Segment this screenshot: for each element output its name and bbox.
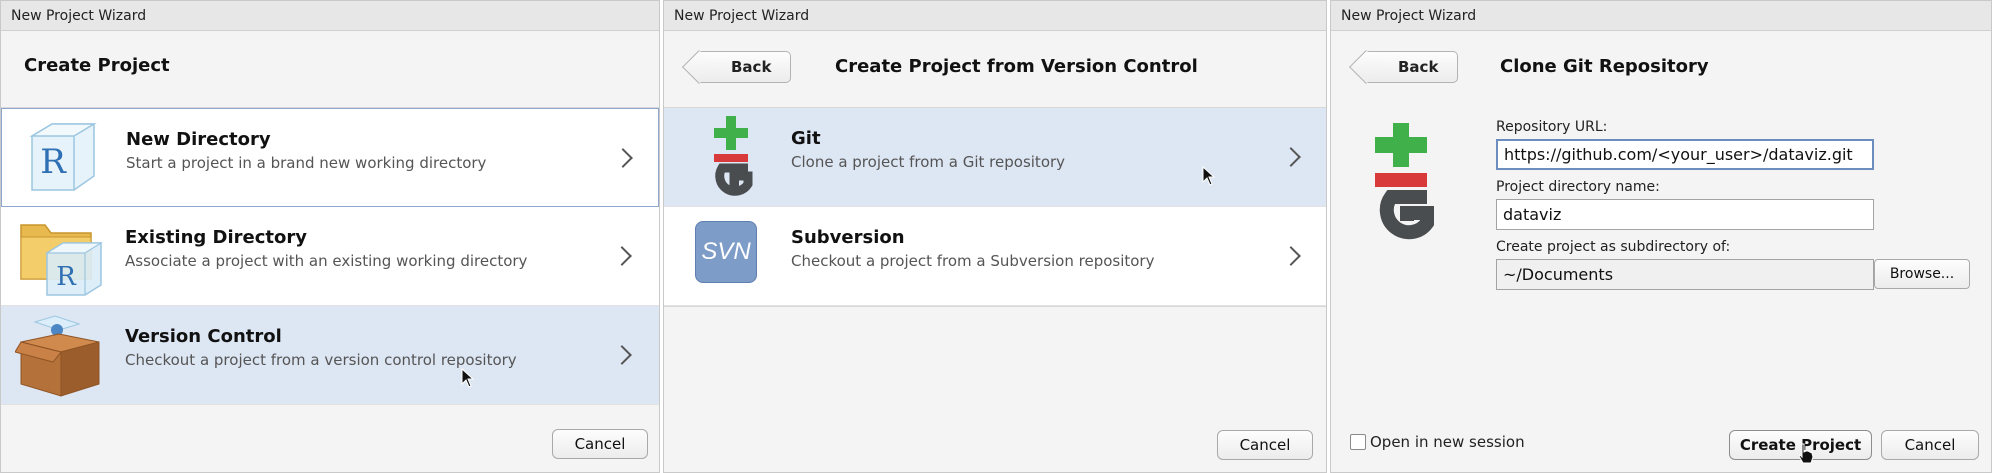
page-title: Create Project from Version Control (835, 56, 1198, 77)
browse-button[interactable]: Browse... (1874, 259, 1970, 289)
dir-name-input[interactable]: dataviz (1496, 199, 1874, 230)
window-title: New Project Wizard (1, 1, 659, 31)
chevron-right-icon (1281, 147, 1301, 167)
back-button[interactable]: Back (1366, 51, 1458, 83)
repo-url-label: Repository URL: (1496, 119, 1608, 135)
git-icon (714, 116, 753, 196)
option-existing-directory[interactable]: R Existing Directory Associate a project… (1, 207, 659, 306)
back-button[interactable]: Back (699, 51, 791, 83)
page-title: Create Project (24, 55, 170, 76)
option-description: Clone a project from a Git repository (791, 153, 1066, 171)
open-new-session-checkbox[interactable] (1350, 434, 1366, 450)
page-title: Clone Git Repository (1500, 56, 1709, 77)
window-title: New Project Wizard (664, 1, 1326, 31)
svg-text:R: R (56, 262, 77, 292)
git-icon (1375, 123, 1434, 240)
folder-r-icon: R (20, 224, 104, 296)
svn-icon-text: SVN (701, 238, 751, 265)
option-title: Version Control (125, 326, 282, 347)
option-title: Existing Directory (125, 227, 307, 248)
option-title: New Directory (126, 129, 271, 150)
option-title: Subversion (791, 227, 905, 248)
wizard-version-control: New Project Wizard Back Create Project f… (663, 0, 1327, 473)
chevron-right-icon (1281, 246, 1301, 266)
cancel-button[interactable]: Cancel (1881, 430, 1979, 460)
option-description: Associate a project with an existing wor… (125, 252, 528, 270)
svn-icon: SVN (695, 221, 757, 283)
option-title: Git (791, 128, 821, 149)
chevron-right-icon (612, 345, 632, 365)
r-cube-icon: R (29, 123, 97, 191)
box-icon (15, 315, 100, 397)
option-description: Checkout a project from a version contro… (125, 351, 517, 369)
project-type-list: R New Directory Start a project in a bra… (1, 107, 659, 405)
option-subversion[interactable]: SVN Subversion Checkout a project from a… (664, 207, 1326, 306)
wizard-create-project: New Project Wizard Create Project R New … (0, 0, 660, 473)
option-description: Start a project in a brand new working d… (126, 154, 487, 172)
cancel-button[interactable]: Cancel (1217, 430, 1313, 460)
cancel-button[interactable]: Cancel (552, 429, 648, 459)
chevron-right-icon (613, 148, 633, 168)
option-description: Checkout a project from a Subversion rep… (791, 252, 1155, 270)
vcs-type-list: Git Clone a project from a Git repositor… (664, 107, 1326, 307)
subdir-label: Create project as subdirectory of: (1496, 239, 1731, 255)
open-new-session-label: Open in new session (1370, 433, 1525, 451)
wizard-clone-git: New Project Wizard Back Clone Git Reposi… (1330, 0, 1992, 473)
dir-name-label: Project directory name: (1496, 179, 1660, 195)
option-new-directory[interactable]: R New Directory Start a project in a bra… (1, 108, 659, 207)
chevron-right-icon (612, 246, 632, 266)
subdir-input[interactable]: ~/Documents (1496, 259, 1874, 290)
svg-text:R: R (40, 142, 67, 182)
option-git[interactable]: Git Clone a project from a Git repositor… (664, 108, 1326, 207)
window-title: New Project Wizard (1331, 1, 1991, 31)
option-version-control[interactable]: Version Control Checkout a project from … (1, 306, 659, 405)
repo-url-input[interactable]: https://github.com/<your_user>/dataviz.g… (1496, 139, 1874, 170)
